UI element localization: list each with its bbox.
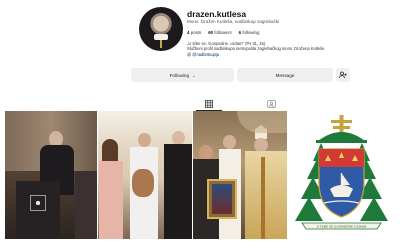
profile-avatar[interactable]	[139, 7, 183, 51]
tagged-icon	[267, 100, 276, 108]
bio-link[interactable]: @ @nadbiskupija	[187, 52, 377, 57]
profile-stats: 4 posts 60 followers 6 following	[187, 30, 259, 35]
grid-icon	[205, 100, 213, 108]
following-button[interactable]: Following ⌄	[131, 68, 234, 82]
coat-of-arms-motto: U TEBE SE GOSPODINE UZDAM	[317, 225, 367, 229]
post-thumbnail[interactable]: U TEBE SE GOSPODINE UZDAM	[288, 111, 395, 239]
add-user-button[interactable]	[336, 68, 350, 82]
message-button[interactable]: Message	[237, 68, 333, 82]
background-light	[237, 111, 287, 133]
post-thumbnail[interactable]	[5, 111, 97, 239]
following-button-label: Following	[169, 72, 190, 78]
profile-full-name: Mons. Dražen Kutleša, nadbiskup zagrebač…	[187, 19, 280, 24]
posts-stat: 4 posts	[187, 30, 202, 35]
tab-tagged[interactable]	[267, 100, 276, 110]
chevron-down-icon: ⌄	[192, 72, 196, 78]
message-button-label: Message	[275, 72, 295, 78]
avatar-pectoral-cross	[160, 40, 162, 48]
icon-painting	[212, 184, 232, 214]
profile-username: drazen.kutlesa	[187, 9, 247, 19]
woman-dress	[99, 161, 123, 239]
post-thumbnail[interactable]	[98, 111, 192, 239]
gift-basket	[132, 169, 154, 197]
add-user-icon	[339, 71, 347, 79]
young-man-head	[138, 133, 151, 147]
bishop-head	[172, 131, 185, 145]
priest-head	[223, 135, 236, 149]
podium-emblem	[33, 198, 43, 208]
followers-stat[interactable]: 60 followers	[208, 30, 231, 35]
vestment-stripe	[261, 157, 265, 239]
man-head	[199, 145, 213, 160]
bishop-cassock	[164, 144, 192, 239]
post-thumbnail[interactable]	[193, 111, 287, 239]
archbishop-head	[254, 138, 268, 152]
side-curtain	[75, 171, 97, 239]
coat-of-arms-image: U TEBE SE GOSPODINE UZDAM	[295, 115, 388, 230]
archbishop-vestment	[245, 151, 287, 239]
profile-bio: „U tebe se, Gospodine, uzdam" (Ps 31, 15…	[187, 41, 377, 57]
following-stat[interactable]: 6 following	[239, 30, 260, 35]
tab-posts[interactable]	[205, 100, 213, 110]
